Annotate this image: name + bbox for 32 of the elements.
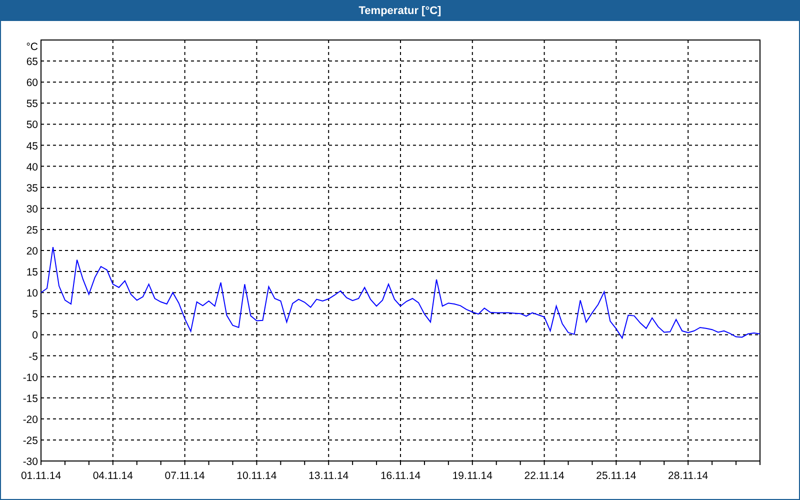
y-axis-label: 0 — [32, 330, 38, 342]
x-axis-label: 16.11.14 — [380, 470, 421, 482]
y-axis-label: -5 — [28, 350, 38, 363]
y-axis-label: 15 — [26, 266, 38, 279]
y-axis-label: -25 — [22, 434, 38, 447]
y-axis-label: -30 — [22, 456, 38, 468]
y-axis-label: 20 — [26, 246, 38, 258]
x-axis-label: 01.11.14 — [20, 470, 62, 482]
chart-title: Temperatur [°C] — [358, 4, 442, 19]
y-axis-label: 35 — [26, 182, 38, 194]
x-axis-label: 28.11.14 — [668, 470, 708, 482]
y-axis-label: 25 — [26, 224, 38, 236]
y-axis-label: 40 — [26, 161, 38, 174]
x-axis-label: 19.11.14 — [452, 470, 492, 482]
x-axis-label: 13.11.14 — [308, 470, 349, 482]
y-axis-label: 65 — [26, 56, 38, 68]
y-axis-label: -20 — [22, 414, 38, 426]
y-axis-label: 5 — [32, 308, 38, 321]
y-axis-label: 10 — [26, 288, 38, 300]
x-axis-label: 10.11.14 — [236, 470, 277, 482]
y-axis-label: -15 — [22, 392, 38, 405]
y-axis-label: 30 — [26, 203, 38, 216]
y-axis-label: -10 — [22, 372, 38, 384]
x-axis-label: 07.11.14 — [164, 470, 205, 482]
x-axis-label: 25.11.14 — [596, 470, 636, 482]
x-axis-label: 04.11.14 — [92, 470, 133, 482]
y-axis-label: 50 — [26, 119, 38, 132]
y-axis-unit: °C — [26, 41, 38, 53]
y-axis-label: 45 — [26, 140, 38, 152]
x-axis-label: 22.11.14 — [524, 470, 564, 482]
y-axis-label: 55 — [26, 98, 38, 110]
y-axis-label: 60 — [26, 77, 38, 90]
